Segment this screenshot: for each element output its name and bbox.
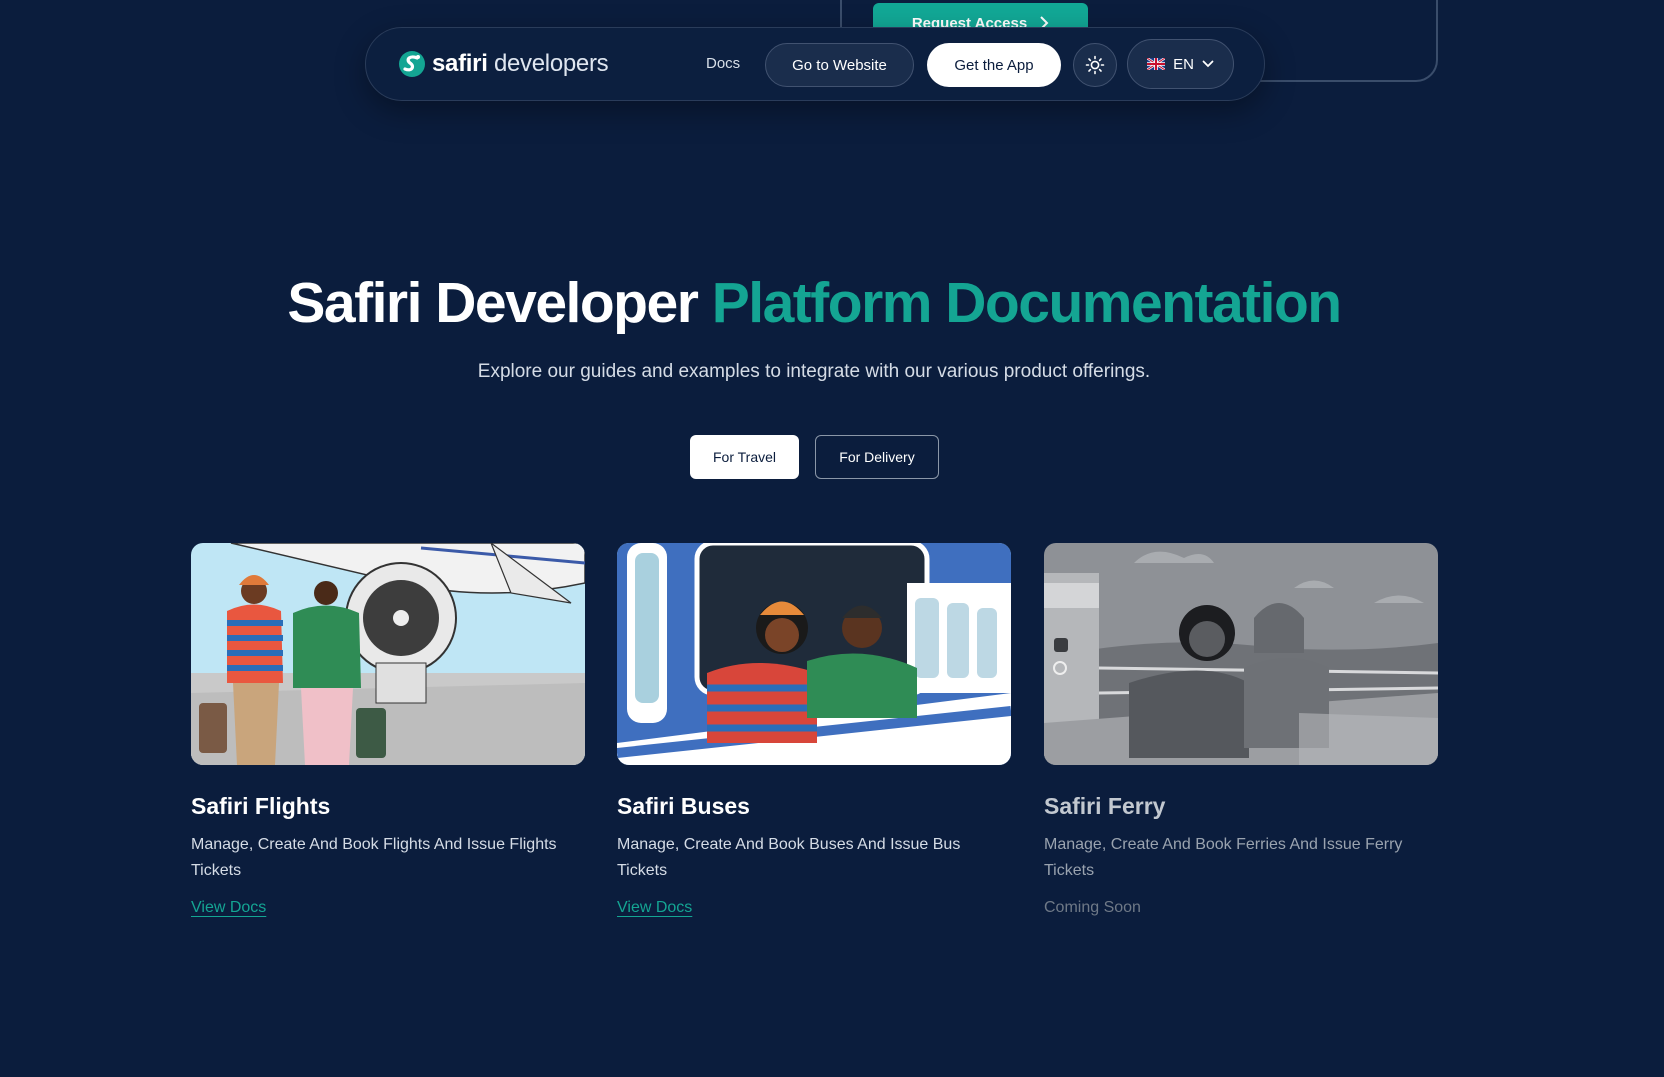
- safiri-logo-icon: [399, 51, 425, 77]
- chevron-down-icon: [1202, 60, 1214, 68]
- card-title: Safiri Flights: [191, 793, 331, 819]
- page-title-main: Safiri Developer: [287, 271, 712, 335]
- product-card-flights: Safiri Flights Manage, Create And Book F…: [191, 543, 585, 917]
- card-description: Manage, Create And Book Buses And Issue …: [617, 836, 961, 879]
- card-description: Manage, Create And Book Ferries And Issu…: [1044, 836, 1403, 879]
- get-the-app-label: Get the App: [954, 56, 1034, 74]
- logo[interactable]: safiri developers: [398, 48, 609, 80]
- get-the-app-button[interactable]: Get the App: [927, 43, 1061, 87]
- category-tabs: For Travel For Delivery: [690, 435, 939, 479]
- card-title: Safiri Buses: [617, 793, 750, 819]
- go-to-website-label: Go to Website: [792, 56, 887, 74]
- logo-text-light: developers: [487, 50, 609, 77]
- theme-toggle-button[interactable]: [1073, 43, 1117, 87]
- docs-link[interactable]: Docs: [706, 55, 740, 72]
- ferry-illustration: [1044, 543, 1438, 765]
- page: Request Access safiri developers Docs Go…: [0, 0, 1664, 1077]
- navbar: safiri developers Docs Go to Website Get…: [365, 27, 1265, 101]
- coming-soon-label: Coming Soon: [1044, 899, 1141, 916]
- logo-text-bold: safiri: [432, 50, 488, 77]
- page-title-accent: Platform Documentation: [711, 271, 1342, 335]
- view-docs-link[interactable]: View Docs: [617, 899, 692, 917]
- product-card-ferry: Safiri Ferry Manage, Create And Book Fer…: [1044, 543, 1438, 917]
- go-to-website-button[interactable]: Go to Website: [765, 43, 914, 87]
- card-title: Safiri Ferry: [1044, 793, 1166, 819]
- tab-for-travel[interactable]: For Travel: [690, 435, 799, 479]
- page-title: Safiri Developer Platform Documentation: [0, 270, 1628, 336]
- sun-icon: [1085, 55, 1105, 75]
- language-select[interactable]: EN: [1127, 39, 1234, 89]
- uk-flag-icon: [1147, 58, 1166, 70]
- buses-illustration: [617, 543, 1011, 765]
- flights-illustration: [191, 543, 585, 765]
- page-subtitle: Explore our guides and examples to integ…: [477, 361, 1151, 382]
- tab-for-delivery[interactable]: For Delivery: [815, 435, 939, 479]
- language-label: EN: [1173, 55, 1194, 73]
- product-card-buses: Safiri Buses Manage, Create And Book Bus…: [617, 543, 1011, 917]
- view-docs-link[interactable]: View Docs: [191, 899, 266, 917]
- card-description: Manage, Create And Book Flights And Issu…: [191, 836, 557, 879]
- logo-text: safiri developers: [432, 50, 609, 78]
